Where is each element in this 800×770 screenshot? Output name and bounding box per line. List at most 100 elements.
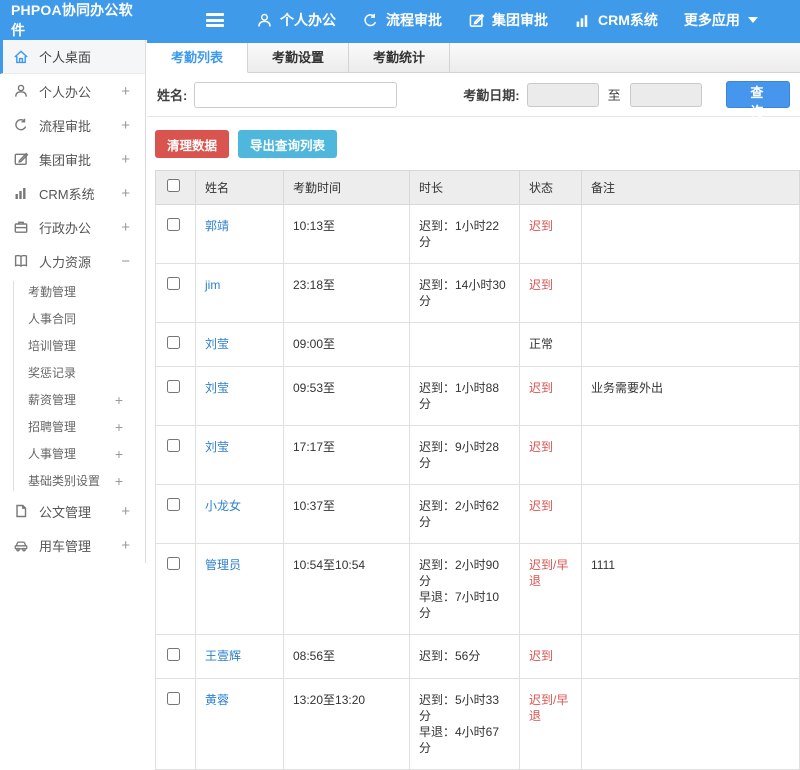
document-icon [16,504,27,518]
employee-name-link[interactable]: 小龙女 [205,499,241,513]
sidebar-subitem-personnel-management[interactable]: 人事管理 + [0,440,145,467]
row-checkbox[interactable] [167,277,180,290]
clean-data-button[interactable]: 清理数据 [155,130,230,158]
expand-plus-icon[interactable]: + [115,392,145,408]
date-from-input[interactable] [526,82,599,107]
export-list-button[interactable]: 导出查询列表 [238,130,338,158]
row-checkbox[interactable] [167,498,180,511]
attendance-date-label: 考勤日期: [463,88,520,103]
remark-cell: 业务需要外出 [581,366,800,426]
sidebar-item-human-resources[interactable]: 人力资源 − [0,244,145,278]
nav-workflow-approval[interactable]: 流程审批 [362,10,442,30]
nav-group-approval[interactable]: 集团审批 [468,10,548,30]
expand-plus-icon[interactable]: + [115,473,145,489]
briefcase-icon [14,221,28,233]
employee-name-link[interactable]: 黄蓉 [205,693,229,707]
expand-plus-icon[interactable]: + [121,503,135,520]
column-header-time: 考勤时间 [283,170,410,205]
employee-name-link[interactable]: 王壹辉 [205,649,241,663]
tab-attendance-list[interactable]: 考勤列表 [147,43,249,73]
expand-plus-icon[interactable]: + [121,185,135,202]
sidebar-item-label: 集团审批 [39,152,92,168]
sidebar-item-label: 公文管理 [39,504,92,520]
expand-plus-icon[interactable]: + [121,83,135,100]
select-all-checkbox[interactable] [167,179,180,192]
sub-item-label: 奖惩记录 [28,366,77,380]
sidebar-subitem-hr-contracts[interactable]: 人事合同 [0,305,145,332]
sidebar-subitem-basic-category-settings[interactable]: 基础类别设置 + [0,467,145,494]
expand-plus-icon[interactable]: + [115,419,145,435]
name-label: 姓名: [157,88,188,103]
remark-cell [581,263,800,323]
workflow-icon [364,13,377,26]
tab-attendance-settings[interactable]: 考勤设置 [248,43,350,72]
duration-cell: 迟到：14小时30分 [409,263,520,323]
row-checkbox[interactable] [167,218,180,231]
sidebar-item-personal-desktop[interactable]: 个人桌面 [0,40,145,74]
sidebar: 个人桌面 个人办公 + 流程审批 + 集团审批 + CRM系统 + 行政办公 + [0,40,146,563]
status-cell: 迟到 [519,425,582,485]
collapse-minus-icon[interactable]: − [121,253,135,270]
table-row: 刘莹 09:00至 正常 [155,322,800,367]
tab-bar: 考勤列表 考勤设置 考勤统计 [147,43,800,73]
nav-item-label: CRM系统 [598,12,658,28]
sub-item-label: 基础类别设置 [28,474,101,488]
attendance-time-cell: 10:54至10:54 [283,543,410,635]
duration-cell: 迟到：1小时22分 [409,204,520,264]
sidebar-item-administrative-office[interactable]: 行政办公 + [0,210,145,244]
sidebar-item-vehicle-management[interactable]: 用车管理 + [0,528,145,562]
attendance-time-cell: 17:17至 [283,425,410,485]
nav-personal-office[interactable]: 个人办公 [256,10,336,30]
nav-crm-system[interactable]: CRM系统 [574,10,658,30]
nav-item-label: 个人办公 [280,12,336,28]
hamburger-menu-icon[interactable] [204,11,226,29]
sidebar-item-label: 用车管理 [39,538,92,554]
expand-plus-icon[interactable]: + [121,117,135,134]
duration-cell: 迟到：9小时28分 [409,425,520,485]
search-button[interactable]: 查 询 [725,81,790,119]
employee-name-link[interactable]: 刘莹 [205,381,229,395]
row-checkbox[interactable] [167,439,180,452]
status-cell: 正常 [519,322,582,367]
sidebar-item-label: 个人办公 [39,84,92,100]
row-checkbox[interactable] [167,648,180,661]
employee-name-link[interactable]: 郭靖 [205,219,229,233]
expand-plus-icon[interactable]: + [115,446,145,462]
top-bar: PHPOA协同办公软件 个人办公 流程审批 集团审批 CRM系统 更多应用 [0,0,800,40]
row-checkbox[interactable] [167,380,180,393]
sidebar-item-workflow-approval[interactable]: 流程审批 + [0,108,145,142]
table-row: 黄蓉 13:20至13:20 迟到：5小时33分 早退：4小时67分 迟到/早退 [155,678,800,770]
sidebar-subitem-reward-punishment[interactable]: 奖惩记录 [0,359,145,386]
sidebar-item-document-management[interactable]: 公文管理 + [0,494,145,528]
expand-plus-icon[interactable]: + [121,219,135,236]
main-content: 考勤列表 考勤设置 考勤统计 姓名: 考勤日期: 至 查 询 清理数据 导出查询… [147,40,800,770]
employee-name-link[interactable]: 刘莹 [205,337,229,351]
date-to-input[interactable] [629,82,702,107]
table-row: 王壹辉 08:56至 迟到：56分 迟到 [155,634,800,679]
row-checkbox[interactable] [167,692,180,705]
row-checkbox[interactable] [167,336,180,349]
sidebar-subitem-training-management[interactable]: 培训管理 [0,332,145,359]
sidebar-item-group-approval[interactable]: 集团审批 + [0,142,145,176]
nav-item-label: 更多应用 [683,12,740,28]
tab-attendance-statistics[interactable]: 考勤统计 [349,43,451,72]
sidebar-item-crm-system[interactable]: CRM系统 + [0,176,145,210]
nav-item-label: 流程审批 [386,12,442,28]
attendance-time-cell: 08:56至 [283,634,410,679]
sidebar-subitem-recruitment-management[interactable]: 招聘管理 + [0,413,145,440]
expand-plus-icon[interactable]: + [121,537,135,554]
name-input[interactable] [194,81,398,108]
sidebar-subitem-salary-management[interactable]: 薪资管理 + [0,386,145,413]
employee-name-link[interactable]: 刘莹 [205,440,229,454]
sidebar-subitem-attendance-management[interactable]: 考勤管理 [0,278,145,305]
row-checkbox[interactable] [167,557,180,570]
employee-name-link[interactable]: jim [205,278,220,292]
expand-plus-icon[interactable]: + [121,151,135,168]
employee-name-link[interactable]: 管理员 [205,558,241,572]
status-cell: 迟到 [519,263,582,323]
duration-cell: 迟到：5小时33分 早退：4小时67分 [409,678,520,770]
edit-icon [14,152,29,165]
car-icon [14,541,28,552]
sidebar-item-personal-office[interactable]: 个人办公 + [0,74,145,108]
nav-more-apps[interactable]: 更多应用 [684,10,758,30]
